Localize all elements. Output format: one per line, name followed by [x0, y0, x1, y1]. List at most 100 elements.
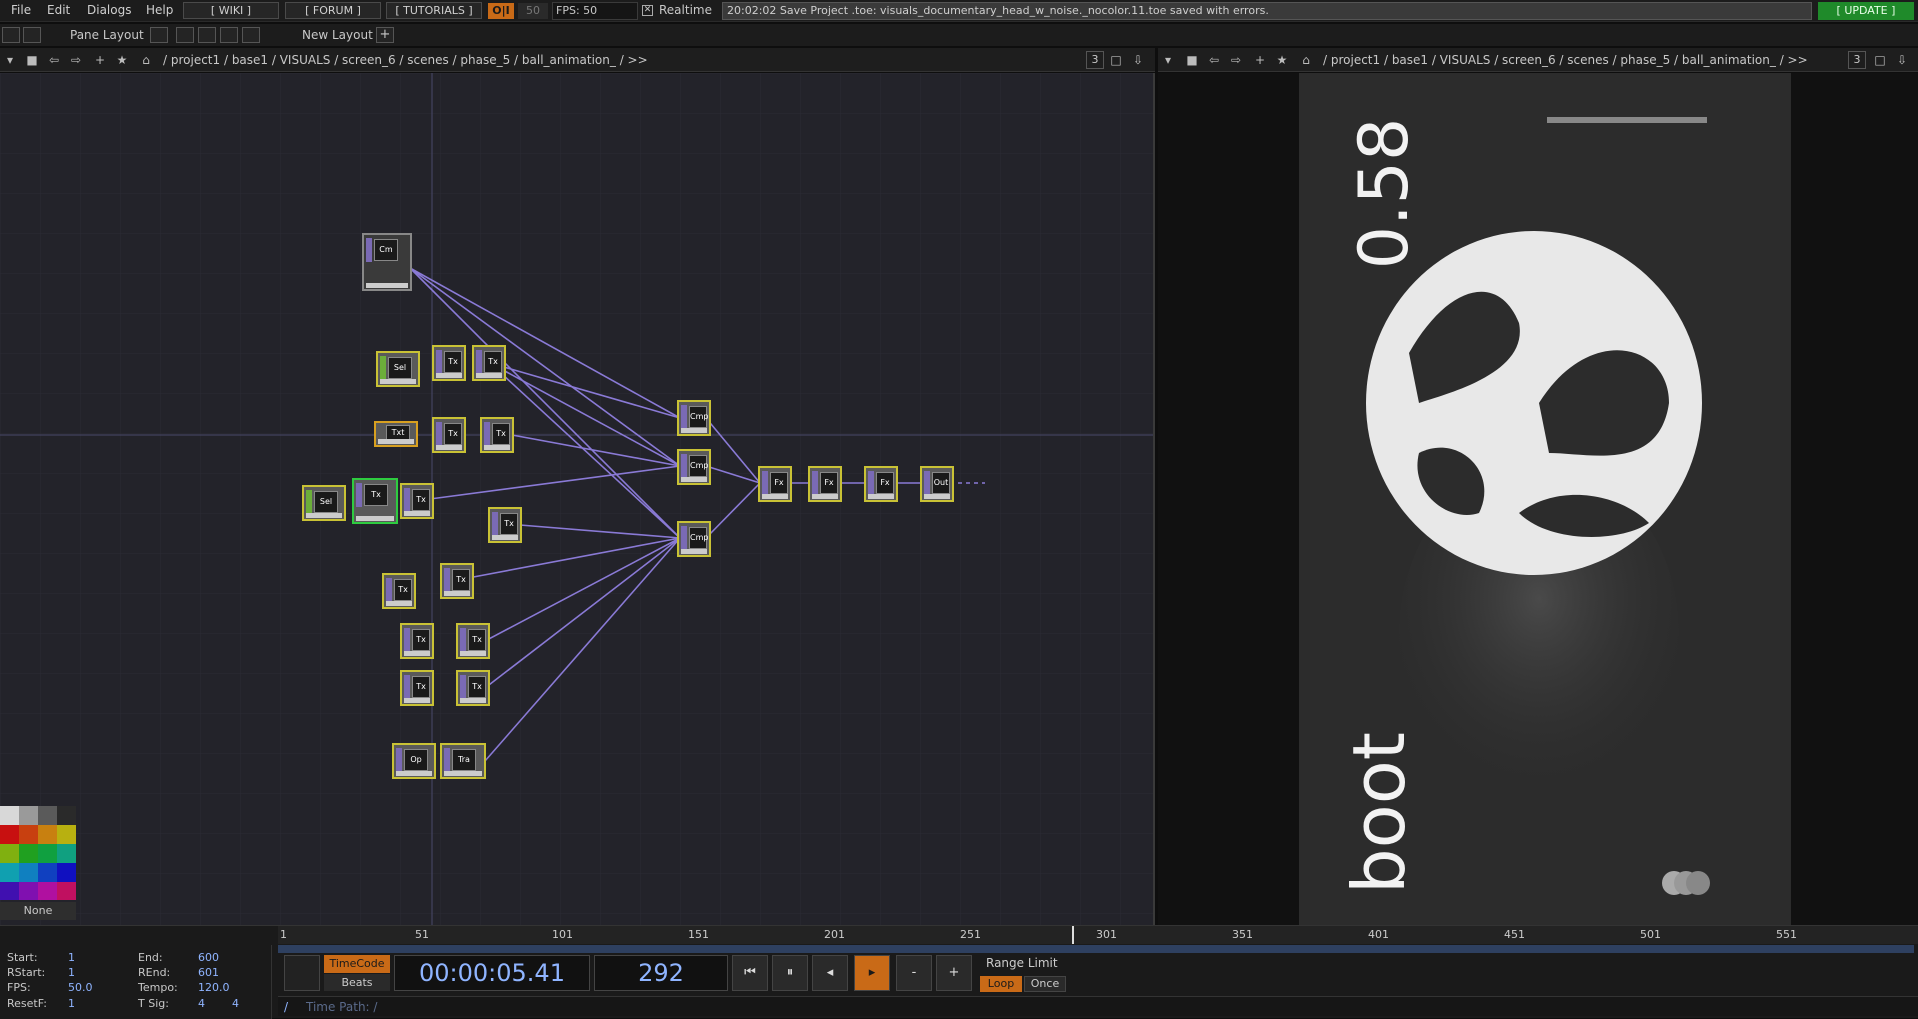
layout-quad-icon[interactable] [242, 27, 260, 43]
menu-edit[interactable]: Edit [47, 3, 70, 17]
operator-node[interactable]: Tx [432, 417, 466, 453]
once-toggle[interactable]: Once [1024, 976, 1066, 992]
operator-node[interactable]: Tra [440, 743, 486, 779]
timeline-ruler[interactable]: 1 51 101 151 201 251 301 351 401 451 501… [278, 926, 1918, 944]
operator-node[interactable]: Cm [362, 233, 412, 291]
tutorials-button[interactable]: [ TUTORIALS ] [386, 2, 482, 19]
pane-number[interactable]: 3 [1086, 51, 1104, 69]
fps-alt: 50 [518, 3, 548, 19]
operator-node[interactable]: Tx [488, 507, 522, 543]
operator-node[interactable]: Tx [400, 483, 434, 519]
pane-number[interactable]: 3 [1848, 51, 1866, 69]
operator-node[interactable]: Tx [432, 345, 466, 381]
star-icon[interactable]: ★ [1274, 52, 1290, 68]
pane-layout-label: Pane Layout [70, 28, 144, 42]
beats-toggle[interactable]: Beats [324, 974, 390, 991]
palette-none[interactable]: None [0, 902, 76, 920]
range-limit-label: Range Limit [986, 956, 1058, 970]
realtime-label: Realtime [659, 3, 712, 17]
back-icon[interactable]: ⇦ [1206, 52, 1222, 68]
render-output: 0.58 boot [1299, 73, 1791, 925]
step-back-icon[interactable]: ◂ [812, 955, 848, 991]
timeline-range-bar[interactable] [278, 945, 1914, 953]
frame-display[interactable]: 292 [594, 955, 728, 991]
network-grid [0, 73, 1153, 925]
layout-triple-icon[interactable] [220, 27, 238, 43]
operator-node[interactable]: Cmp [677, 449, 711, 485]
time-path-bar: / Time Path: / [278, 996, 1918, 1016]
update-button[interactable]: [ UPDATE ] [1818, 2, 1914, 20]
maximize-icon[interactable]: □ [1108, 52, 1124, 68]
status-message: 20:02:02 Save Project .toe: visuals_docu… [722, 2, 1812, 20]
step-plus-button[interactable]: + [936, 955, 972, 991]
home-icon[interactable]: ⌂ [1298, 52, 1314, 68]
wiki-button[interactable]: [ WIKI ] [183, 2, 279, 19]
maximize-icon[interactable]: □ [1872, 52, 1888, 68]
operator-node[interactable]: Fx [808, 466, 842, 502]
timecode-display[interactable]: 00:00:05.41 [394, 955, 590, 991]
overlay-word: boot [1337, 731, 1422, 895]
stop-icon[interactable]: ■ [1184, 52, 1200, 68]
operator-node[interactable]: Tx [472, 345, 506, 381]
operator-node[interactable]: Tx [480, 417, 514, 453]
forum-button[interactable]: [ FORUM ] [285, 2, 381, 19]
add-icon[interactable]: + [1252, 52, 1268, 68]
selected-node[interactable]: Tx [352, 478, 398, 524]
oi-toggle[interactable]: O|I [488, 3, 514, 19]
transport-handle[interactable] [284, 955, 320, 991]
operator-node[interactable]: Sel [376, 351, 420, 387]
download-icon[interactable]: ⇩ [1894, 52, 1910, 68]
overlay-number: 0.58 [1345, 117, 1425, 269]
forward-icon[interactable]: ⇨ [68, 52, 84, 68]
screen-icon[interactable] [2, 27, 20, 43]
play-icon[interactable]: ▸ [854, 955, 890, 991]
menu-dialogs[interactable]: Dialogs [87, 3, 131, 17]
operator-node[interactable]: Out [920, 466, 954, 502]
menu-help[interactable]: Help [146, 3, 173, 17]
home-icon[interactable]: ⌂ [138, 52, 154, 68]
fps-display: FPS: 50 [552, 2, 638, 20]
operator-node[interactable]: Txt [374, 421, 418, 447]
menu-file[interactable]: File [11, 3, 31, 17]
operator-node[interactable]: Tx [400, 623, 434, 659]
rewind-icon[interactable]: ⏮ [732, 955, 768, 991]
operator-node[interactable]: Cmp [677, 521, 711, 557]
operator-node[interactable]: Tx [382, 573, 416, 609]
pause-icon[interactable]: ⏸ [772, 955, 808, 991]
add-layout-button[interactable]: + [376, 27, 394, 43]
operator-node[interactable]: Tx [440, 563, 474, 599]
operator-node[interactable]: Tx [456, 623, 490, 659]
loop-toggle[interactable]: Loop [980, 976, 1022, 992]
operator-node[interactable]: Fx [758, 466, 792, 502]
network-editor[interactable]: Cm Sel Tx Tx Txt Tx Tx Sel Tx Tx Tx Tx T… [0, 73, 1155, 925]
operator-node[interactable]: Op [392, 743, 436, 779]
menu-arrow-icon[interactable]: ▾ [2, 52, 18, 68]
layout-bar: Pane Layout New Layout + [0, 24, 1918, 46]
operator-node[interactable]: Tx [400, 670, 434, 706]
hand-icon[interactable] [23, 27, 41, 43]
menu-arrow-icon[interactable]: ▾ [1160, 52, 1176, 68]
viewer-breadcrumb[interactable]: / project1 / base1 / VISUALS / screen_6 … [1323, 53, 1808, 67]
step-minus-button[interactable]: - [896, 955, 932, 991]
playhead[interactable] [1072, 926, 1074, 944]
operator-node[interactable]: Cmp [677, 400, 711, 436]
download-icon[interactable]: ⇩ [1130, 52, 1146, 68]
path-slash: / [284, 1000, 289, 1014]
network-breadcrumb[interactable]: / project1 / base1 / VISUALS / screen_6 … [163, 53, 648, 67]
operator-node[interactable]: Sel [302, 485, 346, 521]
network-pathbar: ▾ ■ ⇦ ⇨ + ★ ⌂ / project1 / base1 / VISUA… [0, 48, 1155, 72]
back-icon[interactable]: ⇦ [46, 52, 62, 68]
operator-node[interactable]: Fx [864, 466, 898, 502]
timecode-toggle[interactable]: TimeCode [324, 955, 390, 973]
color-palette[interactable] [0, 806, 78, 900]
layout-single-icon[interactable] [150, 27, 168, 43]
realtime-checkbox[interactable]: ✕ [642, 5, 653, 16]
viewer-pane[interactable]: 0.58 boot [1158, 73, 1918, 925]
add-icon[interactable]: + [92, 52, 108, 68]
operator-node[interactable]: Tx [456, 670, 490, 706]
forward-icon[interactable]: ⇨ [1228, 52, 1244, 68]
stop-icon[interactable]: ■ [24, 52, 40, 68]
layout-split-h-icon[interactable] [198, 27, 216, 43]
layout-split-v-icon[interactable] [176, 27, 194, 43]
star-icon[interactable]: ★ [114, 52, 130, 68]
